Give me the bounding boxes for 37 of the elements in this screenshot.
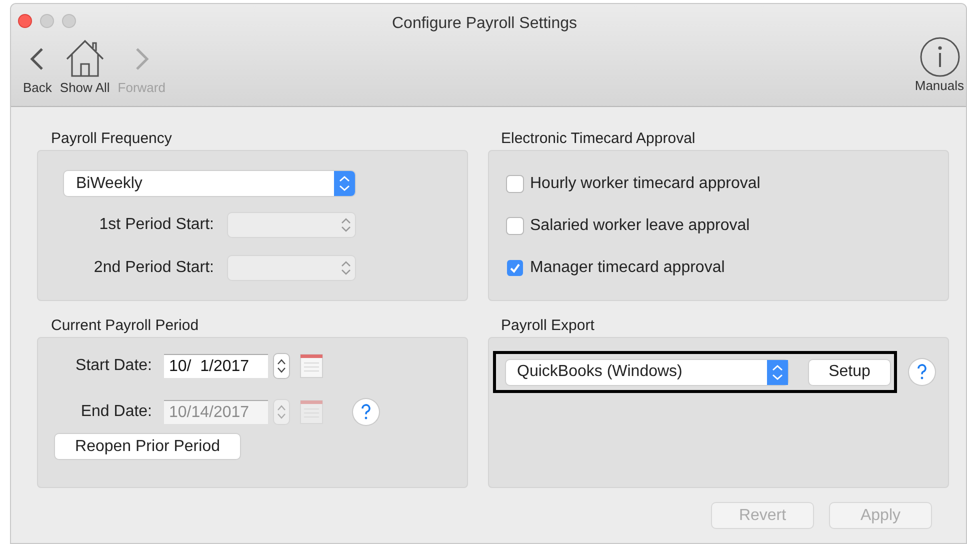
- help-button[interactable]: [909, 359, 935, 385]
- info-icon: [919, 36, 962, 78]
- stepper-icon: [767, 360, 788, 384]
- window-title: Configure Payroll Settings: [392, 14, 577, 34]
- checkbox[interactable]: [507, 260, 523, 276]
- minimize-button[interactable]: [40, 14, 54, 28]
- zoom-button[interactable]: [62, 14, 76, 28]
- section-title: Electronic Timecard Approval: [500, 129, 696, 149]
- question-mark-icon: [917, 364, 927, 380]
- section-title: Current Payroll Period: [50, 316, 200, 336]
- checkbox-label: Manager timecard approval: [530, 258, 725, 278]
- date-label: End Date:: [80, 402, 152, 422]
- setup-button[interactable]: Setup: [809, 360, 890, 384]
- stepper-icon: [341, 217, 351, 233]
- date-label: Start Date:: [74, 356, 152, 376]
- manuals-button[interactable]: Manuals: [914, 36, 966, 94]
- checkbox-label: Salaried worker leave approval: [530, 216, 750, 236]
- section-title: Payroll Export: [500, 316, 596, 336]
- close-button[interactable]: [18, 14, 32, 28]
- stepper-icon: [334, 171, 355, 196]
- export-popup[interactable]: QuickBooks (Windows): [506, 360, 788, 384]
- calendar-icon[interactable]: [300, 354, 323, 378]
- field-label: 1st Period Start:: [98, 215, 214, 235]
- house-icon: [64, 38, 106, 80]
- stepper-icon: [341, 260, 351, 276]
- checkbox[interactable]: [507, 176, 523, 192]
- stepper-icon[interactable]: [274, 354, 289, 378]
- field-label: 2nd Period Start:: [92, 258, 214, 278]
- question-mark-icon: [361, 404, 371, 420]
- reopen-button[interactable]: Reopen Prior Period: [55, 434, 240, 459]
- frequency-popup[interactable]: BiWeekly: [64, 171, 355, 196]
- toolbar-button[interactable]: Back: [23, 38, 52, 96]
- checkbox-label: Hourly worker timecard approval: [530, 174, 760, 194]
- toolbar-button[interactable]: Show All: [60, 38, 110, 96]
- checkbox[interactable]: [507, 218, 523, 234]
- date-field[interactable]: 10/ 1/2017: [164, 354, 268, 378]
- section-title: Payroll Frequency: [50, 129, 173, 149]
